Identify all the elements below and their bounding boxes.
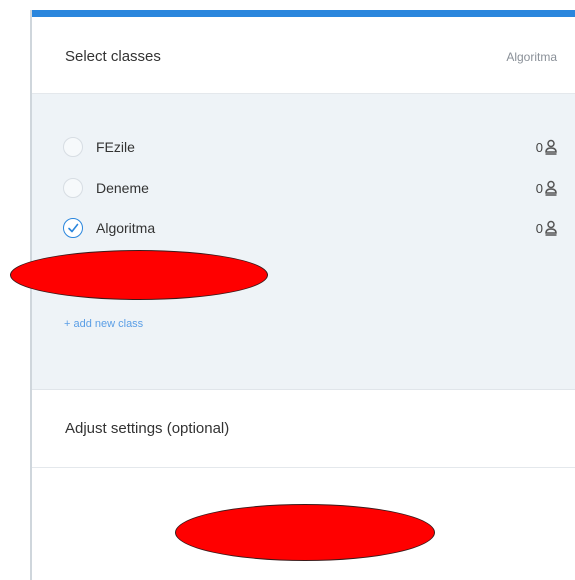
selected-class-summary: Algoritma	[506, 50, 557, 64]
section-title: Select classes	[65, 48, 161, 65]
person-icon	[545, 139, 557, 155]
check-circle-icon[interactable]	[63, 218, 83, 238]
radio-unchecked-icon[interactable]	[63, 178, 83, 198]
settings-title: Adjust settings (optional)	[65, 420, 230, 437]
add-new-class-link[interactable]: + add new class	[64, 318, 143, 330]
person-icon	[545, 180, 557, 196]
student-count: 0	[535, 140, 543, 155]
classes-panel: FEzile 0 Deneme 0 Algoritma 0 + add new …	[32, 94, 575, 390]
select-classes-header[interactable]: Select classes Algoritma	[32, 17, 575, 94]
adjust-settings-header[interactable]: Adjust settings (optional)	[32, 390, 575, 468]
class-option-deneme[interactable]: Deneme 0	[32, 175, 575, 205]
person-icon	[545, 220, 557, 236]
radio-unchecked-icon[interactable]	[63, 137, 83, 157]
top-accent-bar	[30, 10, 575, 17]
student-count: 0	[535, 221, 543, 236]
class-name: Algoritma	[96, 220, 156, 236]
class-name: FEzile	[96, 139, 135, 155]
redaction-mark	[175, 504, 435, 561]
redaction-mark	[10, 250, 268, 300]
class-name: Deneme	[96, 180, 149, 196]
student-count: 0	[535, 181, 543, 196]
class-option-fezile[interactable]: FEzile 0	[32, 134, 575, 164]
class-option-algoritma[interactable]: Algoritma 0	[32, 215, 575, 245]
